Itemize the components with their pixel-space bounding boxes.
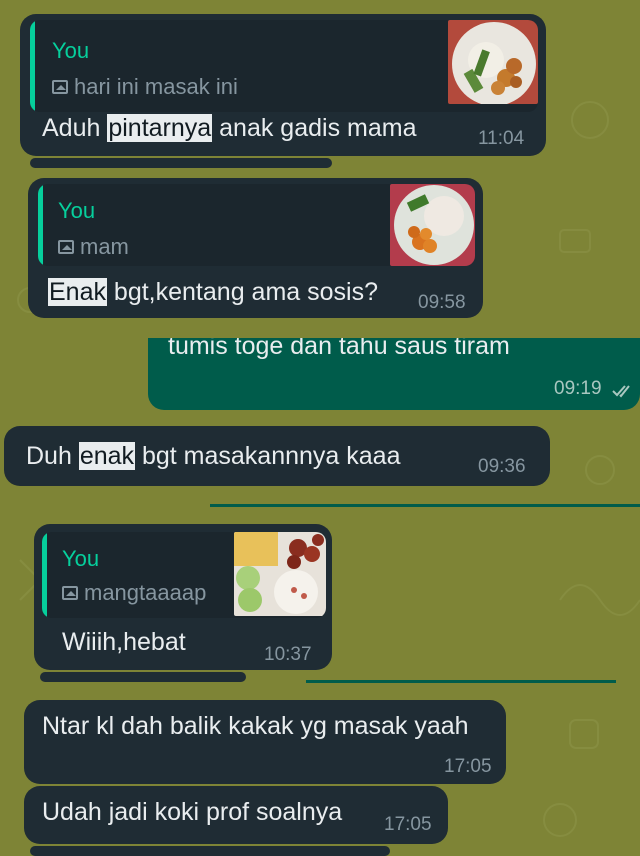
message-text: Enak bgt,kentang ama sosis? [48, 278, 378, 307]
reply-author: You [58, 198, 96, 223]
message-bubble-6[interactable]: Ntar kl dah balik kakak yg masak yaah 17… [24, 700, 506, 784]
message-time: 09:19 [554, 378, 602, 399]
text-part: bgt masakannnya kaaa [135, 442, 401, 470]
message-text: Aduh pintarnya anak gadis mama [42, 114, 416, 143]
photo-icon [58, 240, 74, 254]
photo-icon [62, 586, 78, 600]
reply-thumbnail[interactable] [234, 532, 326, 616]
bubble-edge [30, 846, 390, 856]
search-highlight: enak [78, 442, 136, 470]
text-part: Duh [26, 442, 79, 470]
message-text: Wiiih,hebat [62, 628, 186, 656]
reply-accent-bar [30, 20, 35, 112]
message-text: Duh enak bgt masakannnya kaaa [26, 442, 401, 471]
message-bubble-7[interactable]: Udah jadi koki prof soalnya 17:05 [24, 786, 448, 844]
double-check-icon [612, 385, 630, 398]
text-part: bgt,kentang ama sosis? [106, 278, 378, 306]
reply-accent-bar [42, 532, 47, 618]
photo-icon [52, 80, 68, 94]
reply-thumbnail[interactable] [448, 20, 538, 104]
reply-preview: hari ini masak ini [52, 74, 238, 100]
message-time: 09:36 [478, 456, 526, 477]
message-time: 09:58 [418, 292, 466, 313]
reply-quote[interactable]: You mam [38, 184, 475, 266]
message-bubble-4[interactable]: Duh enak bgt masakannnya kaaa 09:36 [4, 426, 550, 486]
text-part: anak gadis mama [212, 114, 417, 142]
message-text: Udah jadi koki prof soalnya [42, 798, 343, 826]
bubble-edge [30, 158, 332, 168]
message-text: Ntar kl dah balik kakak yg masak yaah [42, 712, 469, 740]
reply-preview: mam [58, 234, 129, 260]
message-bubble-3[interactable]: tumis toge dan tahu saus tiram 09:19 [148, 338, 640, 410]
message-time: 17:05 [444, 756, 492, 777]
reply-quote[interactable]: You hari ini masak ini [30, 20, 538, 112]
reply-preview-text: mangtaaaap [84, 580, 207, 605]
message-time: 10:37 [264, 644, 312, 665]
message-time: 11:04 [478, 128, 525, 149]
bubble-edge [210, 504, 640, 507]
reply-thumbnail[interactable] [390, 184, 475, 266]
bubble-edge [306, 680, 616, 683]
message-bubble-1[interactable]: You hari ini masak ini Aduh pintarnya an… [20, 14, 546, 156]
reply-quote[interactable]: You mangtaaaap [42, 532, 326, 618]
reply-accent-bar [38, 184, 43, 266]
message-bubble-2[interactable]: You mam Enak bgt,kentang ama sosis? 09:5… [28, 178, 483, 318]
search-highlight: Enak [48, 278, 107, 306]
reply-author: You [62, 546, 100, 571]
reply-preview: mangtaaaap [62, 580, 206, 606]
reply-preview-text: hari ini masak ini [74, 74, 238, 99]
text-part: Aduh [42, 114, 108, 142]
reply-preview-text: mam [80, 234, 129, 259]
search-highlight: pintarnya [107, 114, 213, 142]
message-text: tumis toge dan tahu saus tiram [168, 338, 510, 360]
bubble-edge [40, 672, 246, 682]
message-bubble-5[interactable]: You mangtaaaap Wiiih,hebat 10:37 [34, 524, 332, 670]
message-time: 17:05 [384, 814, 432, 835]
reply-author: You [52, 38, 90, 63]
